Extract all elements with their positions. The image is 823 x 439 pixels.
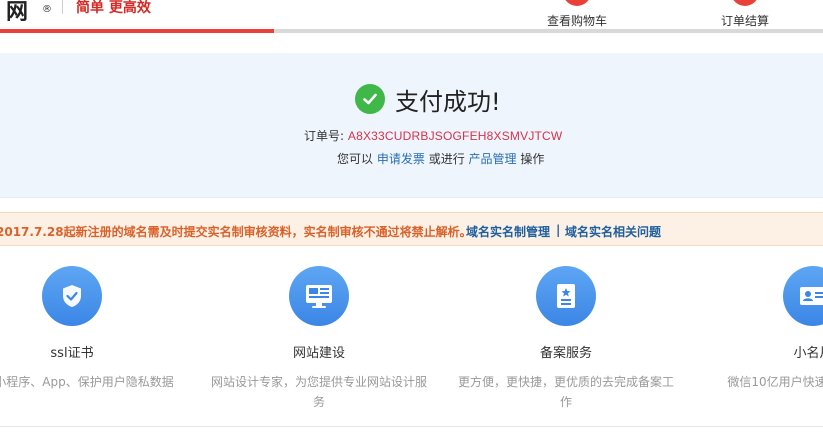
- bottom-divider: [0, 426, 823, 427]
- service-description: 微信10亿用户快速获客，向客户: [727, 375, 823, 389]
- logo-divider: [62, 0, 63, 14]
- page: 网 ® 简单 更高效 查看购物车 订单结算 支付成功! 订单号: A8X33CU…: [0, 0, 823, 439]
- real-name-notice: 2017.7.28起新注册的域名需及时提交实名制审核资料，实名制审核不通过将禁止…: [0, 212, 823, 246]
- shield-check-icon: [42, 266, 102, 326]
- service-title: 备案服务: [539, 346, 592, 361]
- apply-invoice-link[interactable]: 申请发票: [377, 152, 425, 166]
- step-label: 查看购物车: [546, 14, 607, 28]
- website-monitor-icon: [289, 266, 349, 326]
- progress-track: [0, 29, 823, 33]
- domain-realname-faq-link[interactable]: 域名实名相关问题: [565, 223, 661, 240]
- action-suffix: 操作: [520, 152, 545, 166]
- service-description: 更方便，更快捷，更优质的去完成备案工作: [457, 375, 674, 409]
- notice-text: 2017.7.28起新注册的域名需及时提交实名制审核资料，实名制审核不通过将禁止…: [0, 225, 472, 239]
- order-number-row: 订单号: A8X33CUDRBJSOGFEH8XSMVJTCW: [304, 127, 562, 144]
- record-document-icon: [536, 266, 596, 326]
- id-card-icon: [783, 266, 823, 326]
- notice-separator: |: [556, 223, 561, 237]
- service-title: ssl证书: [50, 346, 94, 361]
- progress-fill: [0, 29, 275, 33]
- registered-mark: ®: [42, 4, 52, 15]
- service-title: 网站建设: [292, 346, 345, 361]
- payment-success-panel: 支付成功! 订单号: A8X33CUDRBJSOGFEH8XSMVJTCW 您可…: [0, 53, 823, 198]
- order-number-label: 订单号:: [304, 129, 345, 143]
- service-title: 小名片: [793, 346, 823, 361]
- slogan: 简单 更高效: [76, 0, 151, 16]
- step-marker: [563, 0, 591, 6]
- step-marker: [731, 0, 759, 6]
- success-title: 支付成功!: [395, 87, 501, 116]
- step-label: 订单结算: [720, 14, 769, 28]
- logo[interactable]: 网: [6, 0, 28, 26]
- action-prefix: 您可以: [337, 152, 374, 166]
- header: 网 ® 简单 更高效 查看购物车 订单结算: [0, 0, 823, 34]
- success-title-row: 支付成功!: [355, 83, 501, 116]
- product-management-link[interactable]: 产品管理: [469, 152, 517, 166]
- service-description: 微信小程序、App、保护用户隐私数据: [0, 375, 174, 389]
- domain-realname-management-link[interactable]: 域名实名制管理: [466, 223, 550, 240]
- order-number-value: A8X33CUDRBJSOGFEH8XSMVJTCW: [347, 129, 563, 143]
- check-circle-icon: [355, 84, 385, 114]
- service-description: 网站设计专家，为您提供专业网站设计服务: [210, 375, 427, 409]
- action-row: 您可以 申请发票 或进行 产品管理 操作: [337, 150, 544, 167]
- action-middle: 或进行: [428, 152, 465, 166]
